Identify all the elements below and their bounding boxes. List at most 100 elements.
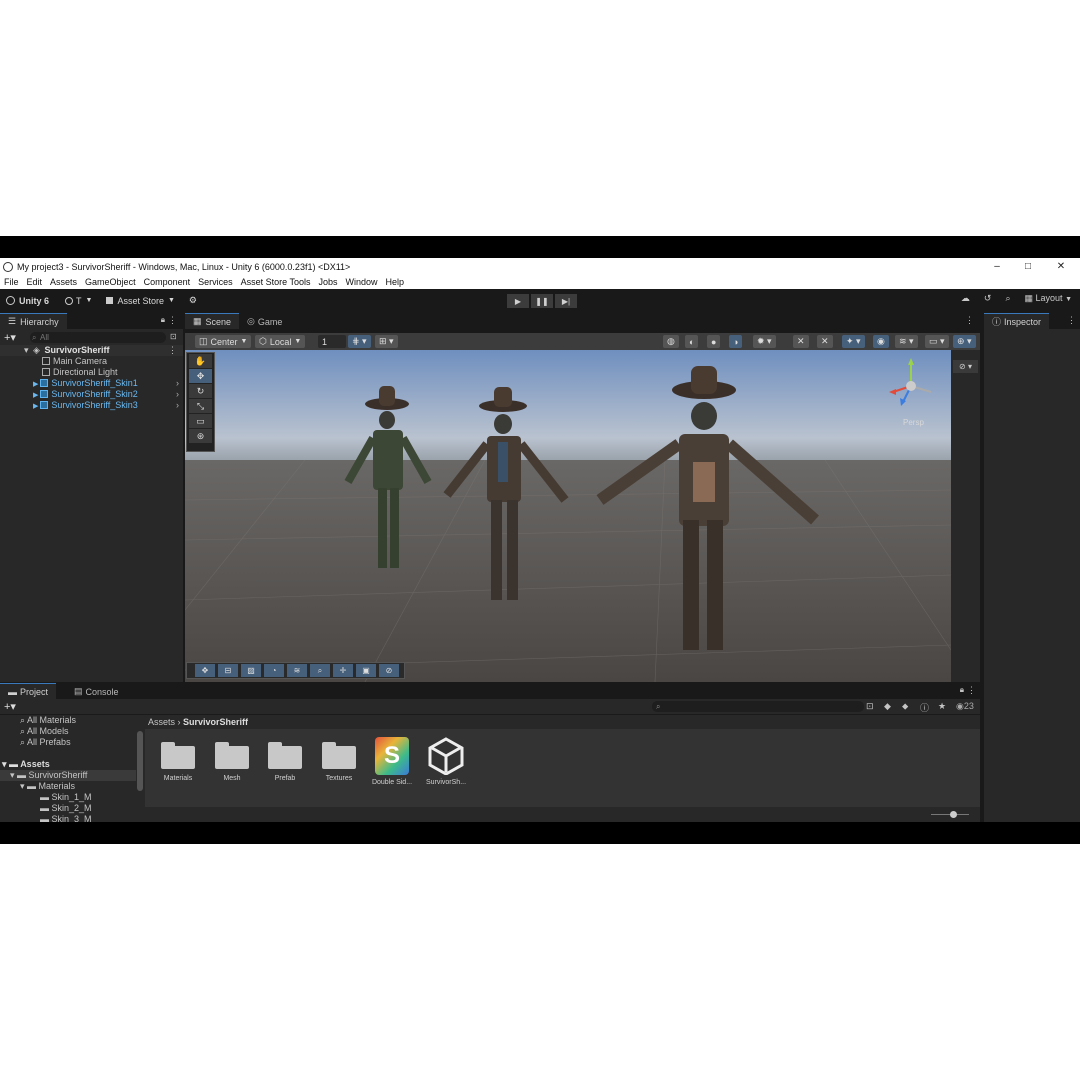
compass-icon[interactable]: ⊘ (379, 664, 399, 677)
menu-gameobject[interactable]: GameObject (81, 277, 140, 287)
asset-double-sided-shader[interactable]: S Double Sid... (367, 737, 417, 786)
tree-survivor-sheriff[interactable]: ▾ ▬ SurvivorSheriff (0, 770, 136, 781)
search-icon[interactable]: ⌕ (1005, 293, 1010, 304)
move-tool-icon[interactable]: ✥ (189, 369, 212, 383)
favorite-all-materials[interactable]: ⌕ All Materials (20, 715, 76, 726)
menu-jobs[interactable]: Jobs (315, 277, 342, 287)
close-button[interactable]: ✕ (1046, 258, 1076, 275)
chevron-right-icon[interactable]: › (176, 400, 179, 411)
tree-materials[interactable]: ▾ ▬ Materials (20, 781, 75, 792)
chevron-right-icon[interactable]: › (176, 378, 179, 389)
effects-toggle-icon[interactable]: ✕ (817, 335, 833, 348)
lock-icon[interactable]: 🔒︎ (960, 685, 964, 695)
search-by-label-icon[interactable]: ◆ (884, 701, 891, 712)
tree-assets[interactable]: ▾ ▬ Assets (2, 759, 50, 770)
hierarchy-item-directional-light[interactable]: Directional Light (0, 367, 183, 378)
tree-skin3[interactable]: ▬ Skin_3_M (40, 814, 92, 822)
add-icon[interactable]: +▾ (4, 331, 16, 344)
compass-dropdown-icon[interactable]: ⊘ ▾ (953, 360, 978, 373)
tab-hierarchy[interactable]: ☰ Hierarchy (0, 313, 67, 329)
step-button[interactable]: ▶| (555, 294, 577, 308)
hierarchy-item-skin2[interactable]: ▶ SurvivorSheriff_Skin2 › (0, 389, 183, 400)
breadcrumb-assets[interactable]: Assets (148, 717, 175, 727)
tab-scene[interactable]: ▦ Scene (185, 313, 240, 329)
asset-mesh-folder[interactable]: Mesh (207, 741, 257, 782)
tree-scrollbar[interactable] (137, 731, 143, 791)
fx-dropdown-icon[interactable]: ✦ ▾ (842, 335, 865, 348)
asset-textures-folder[interactable]: Textures (314, 741, 364, 782)
history-icon[interactable]: ↺ (984, 293, 992, 304)
play-button[interactable]: ▶ (507, 294, 529, 308)
character-skin3[interactable] (596, 366, 819, 650)
layout-dropdown[interactable]: ▦ Layout ▼ (1024, 293, 1072, 304)
hierarchy-item-main-camera[interactable]: Main Camera (0, 356, 183, 367)
tab-game[interactable]: ◎ Game (239, 313, 291, 329)
favorite-all-prefabs[interactable]: ⌕ All Prefabs (20, 737, 71, 748)
snap-increment-button[interactable]: ⊞ ▾ (375, 335, 398, 348)
menu-window[interactable]: Window (342, 277, 382, 287)
asset-store-dropdown[interactable]: Asset Store ▼ (106, 296, 175, 306)
more-icon[interactable]: ⋮ (965, 315, 974, 326)
project-search-input[interactable]: ⌕ (652, 701, 864, 712)
scene-viewport[interactable]: ✋ ✥ ↻ ⤡ ▭ ⊛ Persp ✥ ⊟ ▨ ◔ ≋ ⌕ ✛ ▣ ⊘ (185, 350, 951, 682)
pause-button[interactable]: ❚❚ (531, 294, 553, 308)
tab-project[interactable]: ▬ Project (0, 683, 57, 699)
hierarchy-item-skin1[interactable]: ▶ SurvivorSheriff_Skin1 › (0, 378, 183, 389)
more-icon[interactable]: ⋮ (1067, 315, 1076, 326)
shading-solid-icon[interactable]: ● (707, 335, 721, 348)
hand-tool-icon[interactable]: ✋ (189, 354, 212, 368)
grid-size-field[interactable]: 1 (318, 335, 346, 348)
hierarchy-item-skin3[interactable]: ▶ SurvivorSheriff_Skin3 › (0, 400, 183, 411)
cloud-icon[interactable]: ☁ (961, 293, 970, 304)
search-by-tag-icon[interactable]: ⬥ (902, 701, 908, 712)
menu-asset-store-tools[interactable]: Asset Store Tools (237, 277, 315, 287)
camera-overlay-icon[interactable]: ▣ (356, 664, 376, 677)
menu-assets[interactable]: Assets (46, 277, 81, 287)
asset-survivor-sheriff-scene[interactable]: SurvivorSh... (421, 737, 471, 786)
hierarchy-search-input[interactable]: ⌕ All (30, 332, 166, 343)
add-icon[interactable]: +▾ (4, 700, 16, 713)
favorite-all-models[interactable]: ⌕ All Models (20, 726, 69, 737)
visibility-icon[interactable]: ◉ (873, 335, 889, 348)
zoom-icon[interactable]: ⌕ (310, 664, 330, 677)
asset-prefab-folder[interactable]: Prefab (260, 741, 310, 782)
menu-file[interactable]: File (0, 277, 23, 287)
character-skin2[interactable] (443, 387, 569, 600)
rect-tool-icon[interactable]: ▭ (189, 414, 212, 428)
more-icon[interactable]: ⋮ (967, 685, 976, 696)
menu-component[interactable]: Component (140, 277, 195, 287)
layers-icon[interactable]: ≋ ▾ (895, 335, 918, 348)
align-icon[interactable]: ⊟ (218, 664, 238, 677)
rotate-overlay-icon[interactable]: ◔ (264, 664, 284, 677)
tab-console[interactable]: ▤ Console (66, 683, 127, 699)
move-overlay-icon[interactable]: ✥ (195, 664, 215, 677)
search-options-icon[interactable]: ⊡ (170, 332, 177, 341)
tree-skin1[interactable]: ▬ Skin_1_M (40, 792, 92, 803)
icon-size-slider-handle[interactable] (950, 811, 957, 818)
menu-services[interactable]: Services (194, 277, 237, 287)
more-icon[interactable]: ⋮ (168, 315, 177, 326)
space-dropdown[interactable]: ⬡ Local ▼ (255, 335, 306, 348)
character-skin1[interactable] (344, 386, 432, 568)
grid-snap-toggle[interactable]: ⋕ ▾ (348, 335, 371, 348)
globe-icon[interactable]: ◍ (663, 335, 679, 348)
orientation-gizmo[interactable] (885, 356, 937, 416)
menu-help[interactable]: Help (382, 277, 409, 287)
grid-overlay-icon[interactable]: ▨ (241, 664, 261, 677)
shading-wireframe-icon[interactable]: ◐ (685, 335, 699, 348)
rotate-tool-icon[interactable]: ↻ (189, 384, 212, 398)
unity-version-button[interactable]: Unity 6 (6, 296, 49, 306)
search-by-type-icon[interactable]: ⊡ (866, 701, 874, 712)
maximize-button[interactable]: □ (1013, 258, 1043, 275)
shading-lit-icon[interactable]: ◑ (729, 335, 743, 348)
menu-edit[interactable]: Edit (23, 277, 47, 287)
transform-tool-icon[interactable]: ⊛ (189, 429, 212, 443)
lock-icon[interactable]: 🔒︎ (161, 315, 165, 325)
pan-icon[interactable]: ✛ (333, 664, 353, 677)
layers-overlay-icon[interactable]: ≋ (287, 664, 307, 677)
lighting-toggle-icon[interactable]: ✹ ▾ (753, 335, 776, 348)
audio-toggle-icon[interactable]: ✕ (793, 335, 809, 348)
pivot-dropdown[interactable]: ◫ Center ▼ (195, 335, 252, 348)
scene-row[interactable]: ▾ ◈ SurvivorSheriff ⋮ (0, 345, 183, 356)
star-icon[interactable]: ★ (938, 701, 946, 712)
